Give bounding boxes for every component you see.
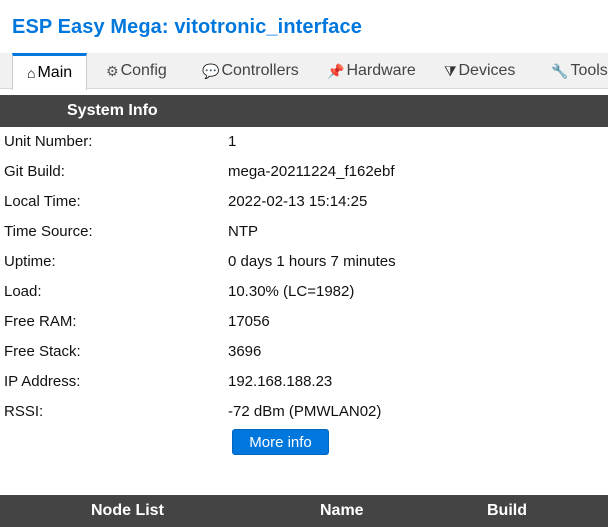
row-label: IP Address: <box>4 373 81 390</box>
plug-icon: ⧩ <box>444 62 457 79</box>
page-title: ESP Easy Mega: vitotronic_interface <box>12 16 362 38</box>
gear-icon: ⚙ <box>106 62 119 79</box>
row-value: 192.168.188.23 <box>228 373 333 390</box>
row-value: 1 <box>228 133 237 150</box>
row-value: -72 dBm (PMWLAN02) <box>228 403 382 420</box>
tab-label: Controllers <box>221 62 299 79</box>
row-label: Load: <box>4 283 42 300</box>
table-row: Time Source: NTP <box>0 217 608 247</box>
row-value: 17056 <box>228 313 270 330</box>
row-value: 10.30% (LC=1982) <box>228 283 355 300</box>
table-row: Free RAM: 17056 <box>0 307 608 337</box>
row-label: Uptime: <box>4 253 56 270</box>
col-build: Build <box>487 502 527 519</box>
row-label: Free Stack: <box>4 343 81 360</box>
tab-label: Hardware <box>346 62 416 79</box>
tab-label: Main <box>37 64 73 81</box>
tab-label: Devices <box>458 62 516 79</box>
col-node-list: Node List <box>91 502 164 519</box>
row-label: Time Source: <box>4 223 93 240</box>
row-label: Local Time: <box>4 193 81 210</box>
row-value: 3696 <box>228 343 262 360</box>
row-label: Git Build: <box>4 163 65 180</box>
row-label: Unit Number: <box>4 133 93 150</box>
more-info-button[interactable]: More info <box>232 429 329 455</box>
tab-tools[interactable]: 🔧 Tools <box>551 53 608 89</box>
table-row: RSSI: -72 dBm (PMWLAN02) <box>0 397 608 427</box>
wrench-icon: 🔧 <box>551 62 569 79</box>
table-row: Git Build: mega-20211224_f162ebf <box>0 157 608 187</box>
tab-controllers[interactable]: 💬 Controllers <box>202 53 299 89</box>
row-value: NTP <box>228 223 258 240</box>
tab-bar: ⌂ Main ⚙ Config 💬 Controllers 📌 Hardware… <box>0 53 608 90</box>
tab-main[interactable]: ⌂ Main <box>12 53 88 90</box>
tab-label: Tools <box>570 62 608 79</box>
tab-devices[interactable]: ⧩ Devices <box>444 53 515 89</box>
tab-label: Config <box>120 62 167 79</box>
system-info-header: System Info <box>0 95 608 127</box>
system-info-title: System Info <box>67 102 158 119</box>
chat-icon: 💬 <box>202 62 220 79</box>
pushpin-icon: 📌 <box>327 62 345 79</box>
row-value: mega-20211224_f162ebf <box>228 163 395 180</box>
row-value: 2022-02-13 15:14:25 <box>228 193 368 210</box>
table-row: Load: 10.30% (LC=1982) <box>0 277 608 307</box>
table-row: Free Stack: 3696 <box>0 337 608 367</box>
table-row: Unit Number: 1 <box>0 127 608 157</box>
table-row: Uptime: 0 days 1 hours 7 minutes <box>0 247 608 277</box>
row-label: Free RAM: <box>4 313 77 330</box>
table-row: IP Address: 192.168.188.23 <box>0 367 608 397</box>
home-icon: ⌂ <box>27 65 36 81</box>
row-label: RSSI: <box>4 403 44 420</box>
row-value: 0 days 1 hours 7 minutes <box>228 253 396 270</box>
tab-hardware[interactable]: 📌 Hardware <box>327 53 416 89</box>
node-list-header: Node List Name Build <box>0 495 608 527</box>
table-row: Local Time: 2022-02-13 15:14:25 <box>0 187 608 217</box>
tab-config[interactable]: ⚙ Config <box>106 53 167 89</box>
col-name: Name <box>320 502 364 519</box>
